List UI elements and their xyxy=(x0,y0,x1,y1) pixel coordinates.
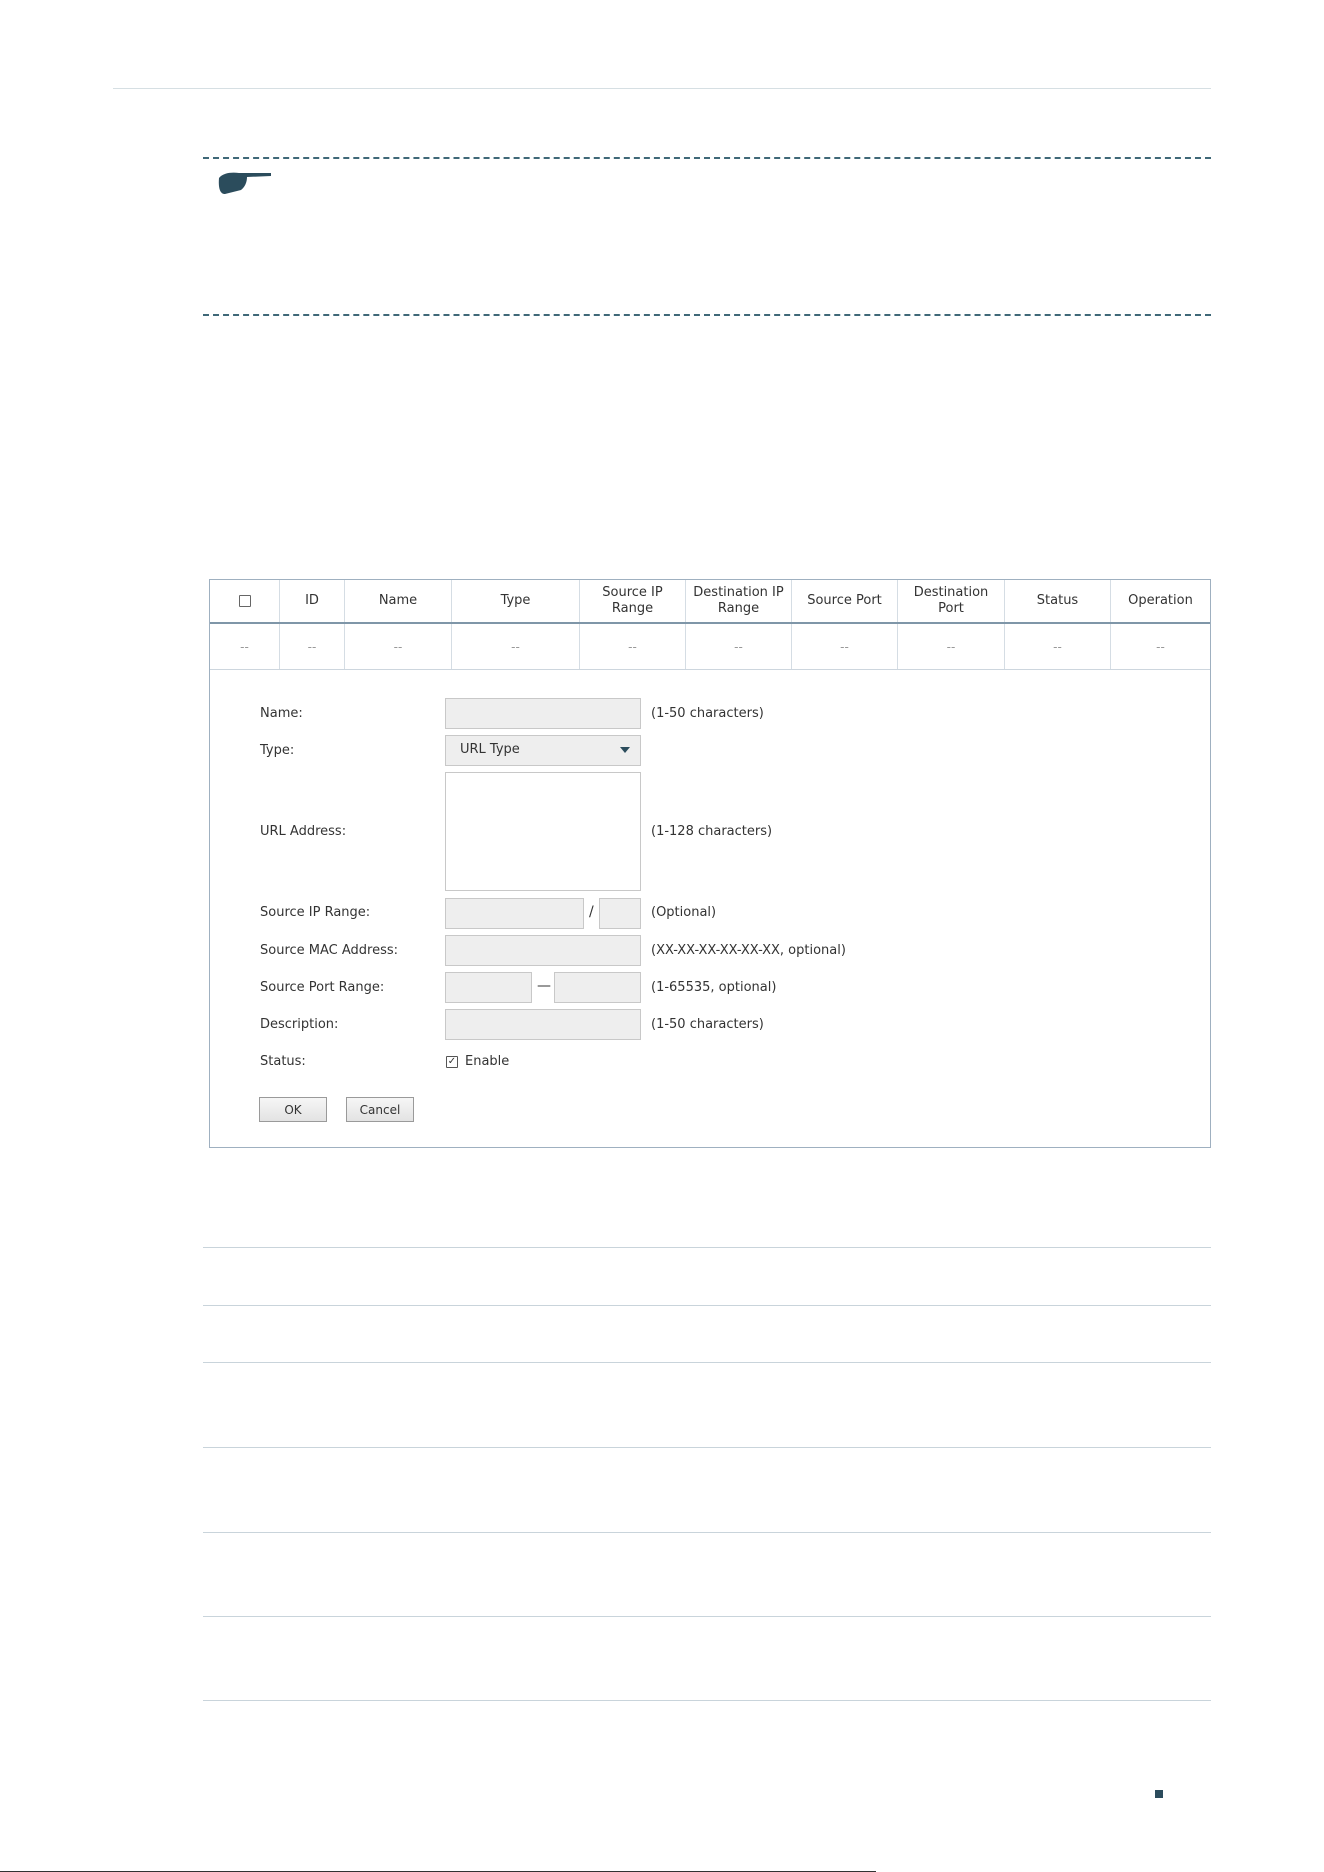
ok-button[interactable]: OK xyxy=(259,1097,327,1122)
checkmark-icon: ✓ xyxy=(447,1056,457,1067)
name-input[interactable] xyxy=(445,698,641,729)
caret-down-icon[interactable] xyxy=(620,747,630,753)
source-mac-input[interactable] xyxy=(445,935,641,966)
table-rule xyxy=(203,1305,1211,1306)
table-rule xyxy=(203,1447,1211,1448)
note-border-top xyxy=(203,157,1211,159)
table-cell: -- xyxy=(898,624,1005,669)
source-ip-input[interactable] xyxy=(445,898,584,929)
col-header-status: Status xyxy=(1005,580,1111,622)
select-all-checkbox[interactable] xyxy=(238,595,251,607)
note-border-bottom xyxy=(203,314,1211,316)
table-cell: -- xyxy=(580,624,686,669)
col-header-destination-port: Destination Port xyxy=(898,580,1005,622)
table-cell: -- xyxy=(1156,639,1165,654)
col-header-type: Type xyxy=(452,580,580,622)
source-ip-mask-input[interactable] xyxy=(599,898,641,929)
page-marker-icon xyxy=(1155,1790,1163,1798)
enable-label: Enable xyxy=(465,1054,510,1069)
table-cell: -- xyxy=(792,624,898,669)
col-header-operation: Operation xyxy=(1128,593,1193,608)
col-header-destination-ip: Destination IP Range xyxy=(686,580,792,622)
col-header-source-ip: Source IP Range xyxy=(580,580,686,622)
table-cell: -- xyxy=(1005,624,1111,669)
table-cell: -- xyxy=(452,624,580,669)
source-port-end-input[interactable] xyxy=(554,972,641,1003)
table-rule xyxy=(203,1247,1211,1248)
table-cell: -- xyxy=(210,624,280,669)
description-input[interactable] xyxy=(445,1009,641,1040)
table-rule xyxy=(203,1362,1211,1363)
type-select[interactable]: URL Type xyxy=(445,735,641,766)
table-rule xyxy=(203,1700,1211,1701)
table-cell: -- xyxy=(686,624,792,669)
pointing-hand-icon xyxy=(218,172,271,194)
acl-screenshot-panel: ID Name Type Source IP Range Destination… xyxy=(209,579,1211,1148)
col-header-name: Name xyxy=(345,580,452,622)
table-cell: -- xyxy=(280,624,345,669)
table-row: -- -- -- -- -- -- -- -- -- -- xyxy=(210,624,1210,670)
url-address-textarea[interactable] xyxy=(445,772,641,891)
cancel-button[interactable]: Cancel xyxy=(346,1097,414,1122)
table-rule xyxy=(203,1532,1211,1533)
table-rule xyxy=(203,1616,1211,1617)
type-select-value: URL Type xyxy=(460,742,520,757)
col-header-id: ID xyxy=(280,580,345,622)
table-cell: -- xyxy=(345,624,452,669)
col-header-source-port: Source Port xyxy=(792,580,898,622)
header-rule xyxy=(113,88,1211,89)
source-port-start-input[interactable] xyxy=(445,972,532,1003)
select-all-cell[interactable] xyxy=(210,580,280,622)
grid-header: ID Name Type Source IP Range Destination… xyxy=(210,580,1210,624)
enable-checkbox[interactable]: ✓ xyxy=(446,1056,458,1068)
